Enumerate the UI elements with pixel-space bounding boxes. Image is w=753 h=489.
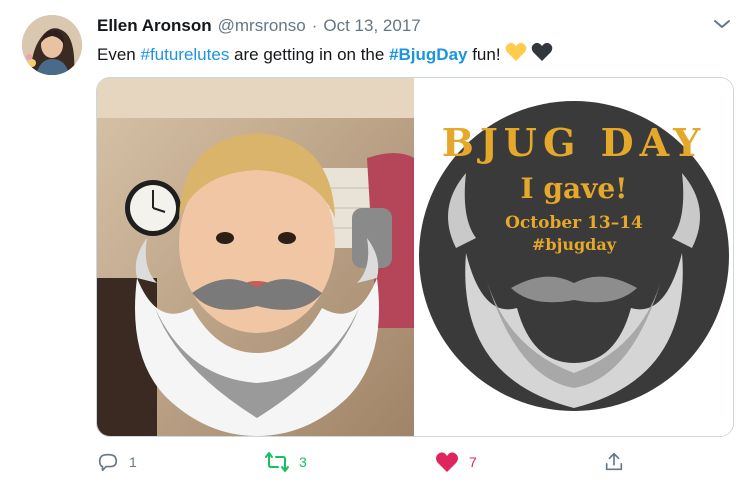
tweet-text-part: fun! [467, 45, 501, 64]
tweet-date[interactable]: Oct 13, 2017 [323, 16, 420, 36]
black-heart-icon [531, 42, 553, 68]
avatar-image [22, 15, 82, 75]
author-handle[interactable]: @mrsronso [218, 16, 306, 36]
hashtag-link[interactable]: #BjugDay [389, 44, 467, 66]
photo-child-with-beard[interactable] [97, 78, 414, 436]
media-grid: BJUG DAY I gave! October 13–14 #bjugday [96, 77, 734, 437]
reply-button[interactable]: 1 [97, 448, 137, 476]
like-count: 7 [469, 454, 477, 470]
share-button[interactable] [603, 448, 625, 476]
badge-line3: #bjugday [532, 235, 617, 254]
share-icon [605, 452, 623, 471]
badge-line1: I gave! [521, 172, 628, 205]
retweet-count: 3 [299, 454, 307, 470]
reply-icon [98, 453, 118, 472]
tweet-actions: 1 3 7 [97, 448, 657, 476]
separator-dot: · [311, 16, 318, 35]
retweet-button[interactable]: 3 [265, 448, 307, 476]
heart-icon [436, 452, 458, 472]
photo-bjug-day-badge[interactable]: BJUG DAY I gave! October 13–14 #bjugday [416, 78, 733, 436]
retweet-icon [265, 452, 289, 472]
like-button[interactable]: 7 [435, 448, 477, 476]
chevron-down-icon[interactable] [709, 12, 735, 36]
badge-arc-text: BJUG DAY [442, 120, 707, 165]
hashtag-link[interactable]: #futurelutes [140, 44, 229, 66]
tweet-text-part: Even [97, 45, 141, 64]
avatar[interactable] [22, 15, 82, 75]
tweet-card[interactable]: Ellen Aronson @mrsronso · Oct 13, 2017 E… [0, 0, 753, 489]
reply-count: 1 [129, 454, 137, 470]
tweet-text-part: are getting in on the [229, 45, 390, 64]
tweet-text: Even #futurelutes are getting in on the … [97, 42, 553, 68]
yellow-heart-icon [505, 42, 527, 68]
author-name[interactable]: Ellen Aronson [97, 16, 212, 36]
badge-line2: October 13–14 [505, 213, 643, 233]
